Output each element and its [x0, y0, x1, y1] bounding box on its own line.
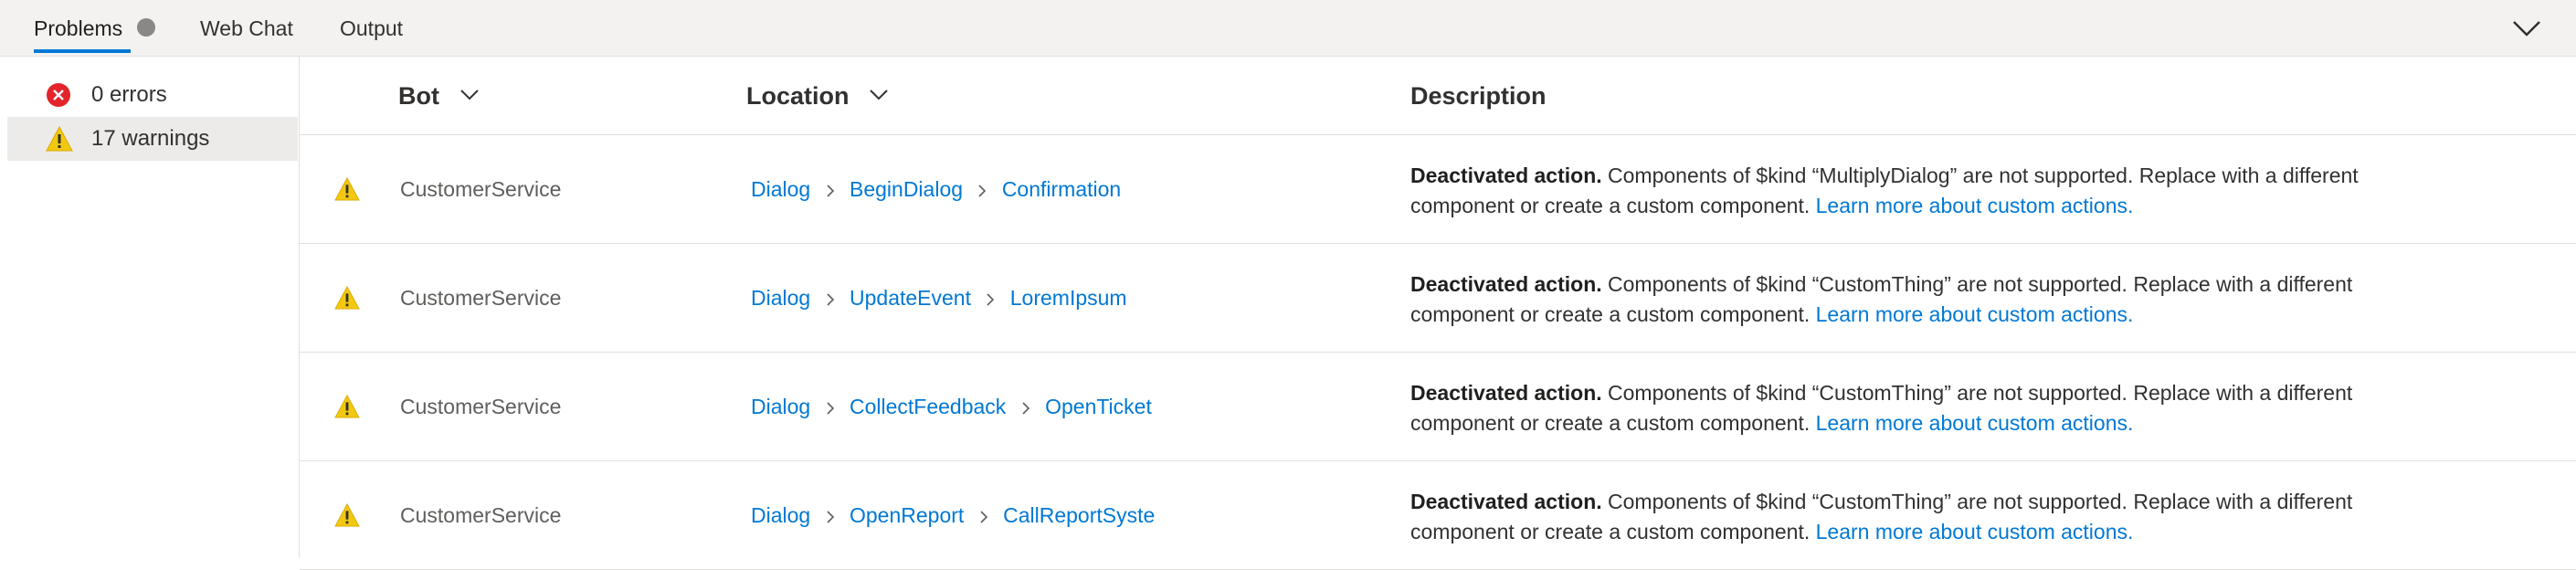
problem-description: Deactivated action. Components of $kind …	[1410, 269, 2452, 330]
learn-more-link[interactable]: Learn more about custom actions.	[1816, 302, 2134, 326]
chevron-right-icon	[827, 402, 834, 415]
location-link[interactable]: Dialog	[751, 395, 810, 418]
description-title: Deactivated action.	[1410, 164, 1602, 187]
chevron-down-icon	[2513, 21, 2540, 37]
column-header-location-label: Location	[746, 82, 850, 110]
chevron-right-icon	[1022, 402, 1029, 415]
location-link[interactable]: CallReportSyste	[1003, 503, 1155, 527]
problems-table: Bot Location Description CustomerService…	[300, 57, 2576, 570]
table-row[interactable]: CustomerService Dialog UpdateEvent Lorem…	[300, 244, 2576, 353]
chevron-right-icon	[987, 293, 995, 306]
problem-description: Deactivated action. Components of $kind …	[1410, 161, 2452, 221]
location-link[interactable]: OpenReport	[850, 503, 964, 527]
column-header-description: Description	[1410, 57, 1547, 135]
location-link[interactable]: Dialog	[751, 503, 810, 527]
description-title: Deactivated action.	[1410, 381, 1602, 405]
problem-description: Deactivated action. Components of $kind …	[1410, 487, 2452, 547]
column-header-location[interactable]: Location	[746, 57, 889, 135]
description-title: Deactivated action.	[1410, 490, 1602, 513]
chevron-right-icon	[827, 293, 834, 306]
location-link[interactable]: CollectFeedback	[850, 395, 1006, 418]
chevron-right-icon	[980, 511, 987, 523]
location-link[interactable]: Dialog	[751, 286, 810, 310]
tab-output[interactable]: Output	[340, 0, 403, 57]
panel-tab-bar: Problems Web Chat Output	[0, 0, 2576, 57]
table-header: Bot Location Description	[300, 57, 2576, 135]
column-header-description-label: Description	[1410, 82, 1547, 110]
bot-name: CustomerService	[400, 503, 562, 527]
learn-more-link[interactable]: Learn more about custom actions.	[1816, 520, 2134, 544]
problem-description: Deactivated action. Components of $kind …	[1410, 378, 2452, 438]
tab-web-chat[interactable]: Web Chat	[200, 0, 293, 57]
filter-errors[interactable]: 0 errors	[7, 73, 298, 117]
location-link[interactable]: Confirmation	[1002, 177, 1121, 201]
sort-chevron-down-icon	[459, 90, 479, 100]
location-link[interactable]: LoremIpsum	[1010, 286, 1127, 310]
location-link[interactable]: BeginDialog	[850, 177, 963, 201]
location-breadcrumb: Dialog OpenReport CallReportSyste	[751, 461, 1155, 570]
tab-output-label: Output	[340, 16, 404, 40]
description-title: Deactivated action.	[1410, 272, 1602, 296]
location-breadcrumb: Dialog UpdateEvent LoremIpsum	[751, 244, 1127, 353]
tab-problems[interactable]: Problems	[34, 0, 122, 57]
chevron-right-icon	[827, 185, 834, 197]
bot-name: CustomerService	[400, 177, 562, 201]
learn-more-link[interactable]: Learn more about custom actions.	[1816, 194, 2134, 217]
warnings-count-label: 17 warnings	[91, 126, 210, 151]
learn-more-link[interactable]: Learn more about custom actions.	[1816, 411, 2134, 435]
error-circle-icon	[47, 83, 70, 107]
filter-warnings[interactable]: 17 warnings	[7, 117, 298, 161]
sort-chevron-down-icon	[870, 90, 888, 100]
tab-problems-label: Problems	[34, 16, 123, 40]
column-header-bot-label: Bot	[398, 82, 439, 110]
table-row[interactable]: CustomerService Dialog BeginDialog Confi…	[300, 135, 2576, 244]
bot-name: CustomerService	[400, 395, 562, 418]
chevron-right-icon	[978, 185, 987, 197]
warning-triangle-icon	[334, 395, 360, 418]
warning-triangle-icon	[334, 286, 360, 310]
collapse-panel-button[interactable]	[2510, 14, 2543, 41]
chevron-right-icon	[827, 511, 834, 523]
bot-name: CustomerService	[400, 286, 562, 310]
tab-web-chat-label: Web Chat	[200, 16, 293, 40]
location-link[interactable]: UpdateEvent	[850, 286, 971, 310]
warning-triangle-icon	[334, 503, 360, 527]
errors-count-label: 0 errors	[91, 82, 167, 107]
warning-triangle-icon	[334, 177, 360, 201]
location-breadcrumb: Dialog CollectFeedback OpenTicket	[751, 353, 1152, 461]
table-row[interactable]: CustomerService Dialog OpenReport CallRe…	[300, 461, 2576, 570]
location-link[interactable]: Dialog	[751, 177, 810, 201]
active-tab-indicator	[34, 49, 131, 53]
warning-triangle-icon	[46, 126, 73, 152]
status-dot-icon	[137, 18, 155, 37]
location-link[interactable]: OpenTicket	[1045, 395, 1152, 418]
column-header-bot[interactable]: Bot	[398, 57, 480, 135]
location-breadcrumb: Dialog BeginDialog Confirmation	[751, 135, 1121, 244]
table-row[interactable]: CustomerService Dialog CollectFeedback O…	[300, 353, 2576, 461]
